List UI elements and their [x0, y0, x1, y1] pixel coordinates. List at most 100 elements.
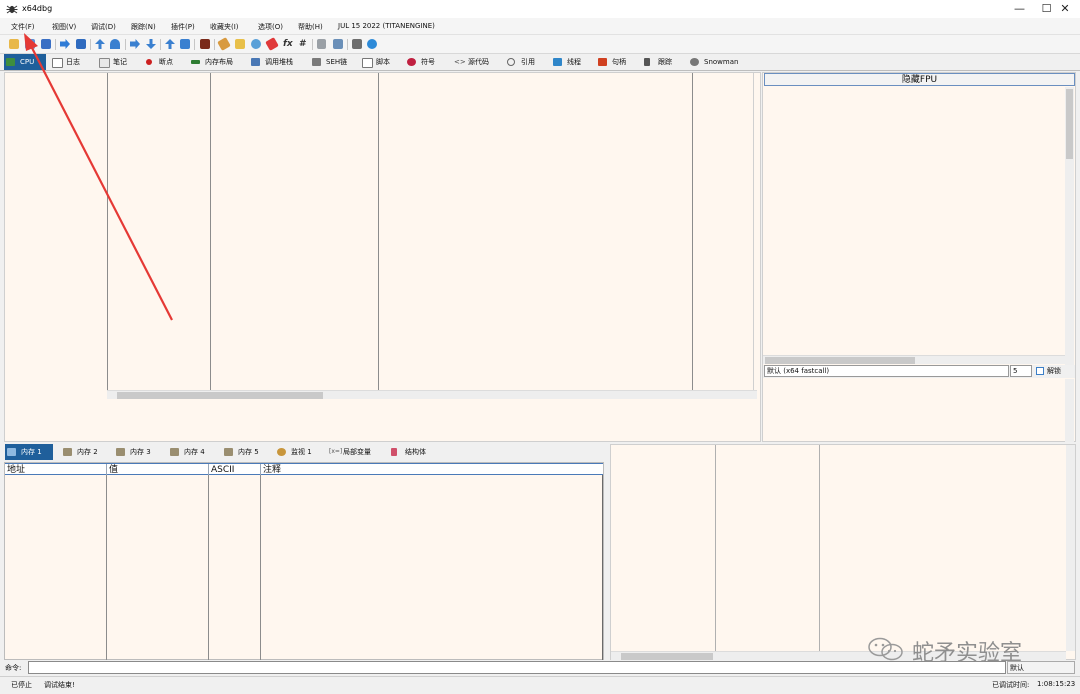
animate-icon[interactable]	[200, 39, 210, 49]
tab-dump-3[interactable]: 内存 3	[114, 444, 162, 460]
menu-file[interactable]: 文件(F)	[11, 22, 35, 32]
execute-till-return-icon[interactable]	[165, 39, 175, 49]
tab-label: CPU	[20, 58, 35, 66]
step-over-icon[interactable]	[110, 39, 120, 49]
tab-cpu[interactable]: CPU	[4, 54, 46, 70]
tab-label: SEH链	[326, 58, 348, 66]
column-value[interactable]: 值	[107, 464, 209, 476]
fx-icon[interactable]: fx	[283, 39, 293, 49]
menu-help[interactable]: 帮助(H)	[298, 22, 323, 32]
scroll-thumb[interactable]	[621, 653, 713, 660]
step-into-icon[interactable]	[95, 39, 105, 49]
menu-debug[interactable]: 调试(D)	[91, 22, 116, 32]
menu-plugins[interactable]: 插件(P)	[171, 22, 195, 32]
disassembly-hscrollbar[interactable]	[107, 390, 757, 399]
stack-vscrollbar[interactable]	[1066, 445, 1075, 651]
tab-label: 内存 4	[184, 448, 205, 456]
label-icon[interactable]	[265, 37, 279, 51]
tab-notes[interactable]: 笔记	[97, 54, 139, 70]
tab-memory-map[interactable]: 内存布局	[189, 54, 245, 70]
tab-log[interactable]: 日志	[50, 54, 92, 70]
tab-source[interactable]: <> 源代码	[452, 54, 498, 70]
tab-script[interactable]: 脚本	[360, 54, 400, 70]
scroll-thumb[interactable]	[117, 392, 323, 399]
font-icon[interactable]	[317, 39, 326, 49]
tab-dump-1[interactable]: 内存 1	[5, 444, 53, 460]
minimize-button[interactable]: —	[1006, 0, 1033, 18]
scroll-thumb[interactable]	[1066, 89, 1073, 159]
column-divider	[210, 73, 211, 391]
menu-favourites[interactable]: 收藏夹(I)	[210, 22, 239, 32]
seh-icon	[312, 58, 321, 66]
disassembly-pane[interactable]	[4, 72, 761, 442]
tab-struct[interactable]: 结构体	[389, 444, 437, 460]
restart-icon[interactable]	[25, 39, 35, 49]
hash-icon[interactable]: #	[299, 39, 307, 49]
tab-locals[interactable]: [x=] 局部变量	[327, 444, 383, 460]
column-divider	[753, 73, 754, 391]
notes-icon[interactable]	[352, 39, 362, 49]
column-ascii[interactable]: ASCII	[209, 464, 261, 476]
dump-tab-bar: 内存 1 内存 2 内存 3 内存 4 内存 5 监视 1 [x=] 局部变量	[4, 444, 604, 462]
trace-into-icon[interactable]	[130, 39, 140, 49]
menu-options[interactable]: 选项(O)	[258, 22, 283, 32]
title-bar: x64dbg — ☐ ✕	[0, 0, 1080, 18]
patch-icon[interactable]	[235, 39, 245, 49]
tab-dump-5[interactable]: 内存 5	[222, 444, 270, 460]
open-icon[interactable]	[9, 39, 19, 49]
stack-pane[interactable]	[610, 444, 1076, 660]
hide-fpu-button[interactable]: 隐藏FPU	[764, 73, 1075, 86]
tab-label: 结构体	[405, 448, 426, 456]
column-divider	[208, 475, 209, 660]
bug-icon	[6, 3, 18, 15]
tab-label: 符号	[421, 58, 435, 66]
tab-label: 源代码	[468, 58, 489, 66]
tab-handles[interactable]: 句柄	[596, 54, 636, 70]
stop-icon[interactable]	[76, 39, 86, 49]
registers-vscrollbar[interactable]	[1065, 87, 1074, 365]
menu-view[interactable]: 视图(V)	[52, 22, 76, 32]
tab-symbols[interactable]: 符号	[405, 54, 445, 70]
tab-dump-4[interactable]: 内存 4	[168, 444, 216, 460]
comment-icon[interactable]	[251, 39, 261, 49]
calling-convention-select[interactable]: 默认 (x64 fastcall)	[764, 365, 1009, 377]
arguments-vscrollbar[interactable]	[1065, 379, 1074, 442]
dump-table[interactable]: 地址 值 ASCII 注释	[4, 462, 604, 660]
memory-icon	[224, 448, 233, 456]
tab-dump-2[interactable]: 内存 2	[61, 444, 109, 460]
menu-bar: 文件(F) 视图(V) 调试(D) 跟踪(N) 插件(P) 收藏夹(I) 选项(…	[0, 18, 1080, 35]
column-address[interactable]: 地址	[5, 464, 107, 476]
unlock-checkbox[interactable]	[1036, 367, 1044, 375]
tab-threads[interactable]: 线程	[551, 54, 591, 70]
tab-snowman[interactable]: Snowman	[688, 54, 738, 70]
close-button[interactable]: ✕	[1050, 0, 1080, 18]
trace-over-icon[interactable]	[146, 39, 156, 49]
column-comment[interactable]: 注释	[261, 464, 603, 476]
log-icon	[52, 58, 63, 68]
tab-breakpoints[interactable]: 断点	[143, 54, 185, 70]
watermark-text: 蛇矛实验室	[912, 641, 1023, 666]
tab-label: 调用堆栈	[265, 58, 293, 66]
dump-header: 地址 值 ASCII 注释	[5, 463, 603, 476]
help-icon[interactable]	[367, 39, 377, 49]
scylla-icon[interactable]	[217, 37, 231, 51]
tab-call-stack[interactable]: 调用堆栈	[249, 54, 305, 70]
registers-hscrollbar[interactable]	[763, 355, 1065, 364]
tab-references[interactable]: 引用	[505, 54, 545, 70]
command-input[interactable]	[28, 661, 1006, 674]
tab-watch-1[interactable]: 监视 1	[275, 444, 323, 460]
cpu-icon	[6, 58, 15, 66]
memory-icon	[170, 448, 179, 456]
skip-icon[interactable]	[180, 39, 190, 49]
handles-icon	[598, 58, 607, 66]
tab-seh-chain[interactable]: SEH链	[310, 54, 354, 70]
arg-count-spinner[interactable]: 5	[1010, 365, 1032, 377]
app-window: x64dbg — ☐ ✕ 文件(F) 视图(V) 调试(D) 跟踪(N) 插件(…	[0, 0, 1080, 694]
calculator-icon[interactable]	[333, 39, 343, 49]
menu-trace[interactable]: 跟踪(N)	[131, 22, 156, 32]
run-icon[interactable]	[60, 39, 70, 49]
close-debug-icon[interactable]	[41, 39, 51, 49]
scroll-thumb[interactable]	[765, 357, 915, 364]
threads-icon	[553, 58, 562, 66]
tab-trace[interactable]: 跟踪	[642, 54, 682, 70]
